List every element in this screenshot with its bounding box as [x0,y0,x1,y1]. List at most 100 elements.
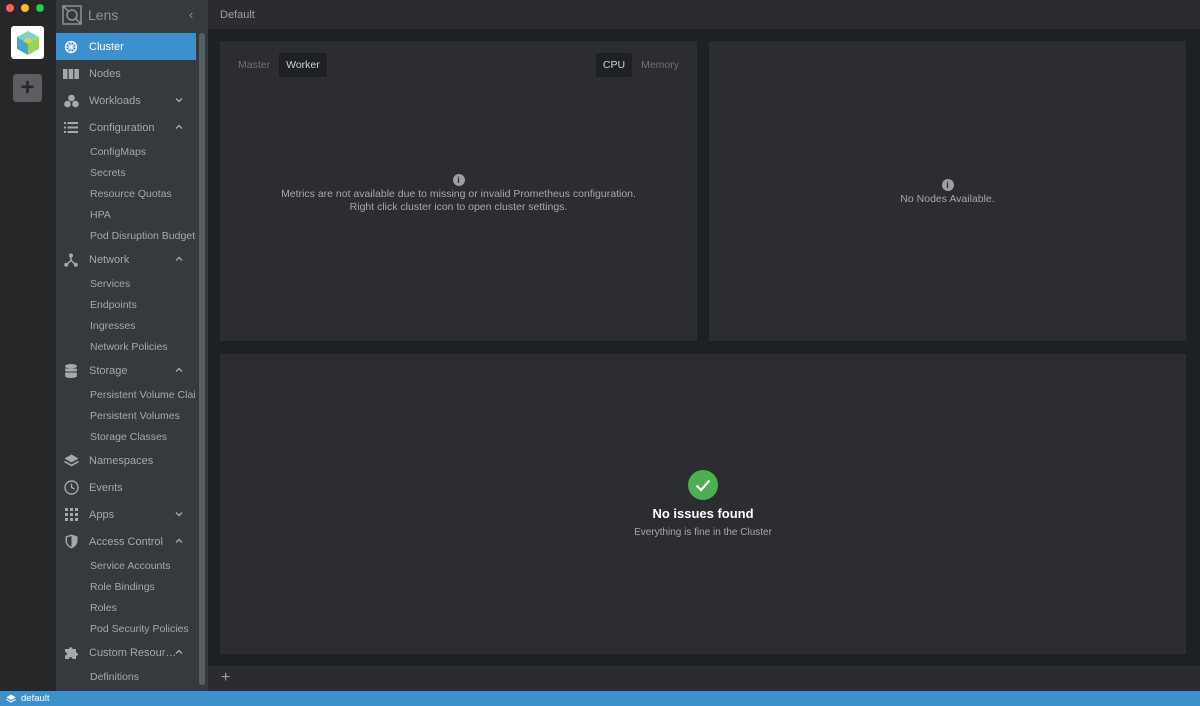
sidebar-item-access-control[interactable]: Access Control [56,528,196,555]
chevron-down-icon[interactable] [174,509,184,519]
tab-memory[interactable]: Memory [634,53,686,77]
sidebar-item-namespaces[interactable]: Namespaces [56,447,196,474]
main-content: Master Worker CPU Memory i Metrics are n… [208,29,1200,666]
sidebar-subitem-storage-classes[interactable]: Storage Classes [56,426,196,447]
sidebar-item-label: Workloads [89,94,141,107]
sidebar-subitem-definitions[interactable]: Definitions [56,666,196,687]
minimize-window-button[interactable] [21,4,29,12]
grid-icon [63,507,79,523]
sidebar-subitem-service-accounts[interactable]: Service Accounts [56,555,196,576]
sidebar-subitem-pod-security-policies[interactable]: Pod Security Policies [56,618,196,639]
sidebar-nav: Cluster Nodes Workloads Configuration Co… [56,33,196,687]
cluster-avatar-icon[interactable] [11,26,44,59]
no-issues-subtitle: Everything is fine in the Cluster [634,526,772,538]
no-nodes-text: No Nodes Available. [900,193,995,205]
app-title: Lens [88,7,119,23]
dock-bar: + [208,666,1200,691]
lens-app: + Lens ‹ Cluster Nodes Workloads Configu… [0,0,1200,706]
sidebar-item-label: Namespaces [89,454,154,467]
top-bar: Default [208,0,1200,29]
tab-master[interactable]: Master [231,53,277,77]
sidebar-subitem-resource-quotas[interactable]: Resource Quotas [56,183,196,204]
sidebar-item-label: Network [89,253,130,266]
metrics-unavailable-message: i Metrics are not available due to missi… [220,174,697,213]
sidebar-subitem-ingresses[interactable]: Ingresses [56,315,196,336]
sidebar-subitem-roles[interactable]: Roles [56,597,196,618]
sidebar-item-nodes[interactable]: Nodes [56,60,196,87]
chevron-up-icon[interactable] [174,536,184,546]
chevron-up-icon[interactable] [174,254,184,264]
close-window-button[interactable] [6,4,14,12]
nodes-icon [63,66,79,82]
page-title: Default [220,9,255,21]
clock-icon [63,480,79,496]
sidebar: Lens ‹ Cluster Nodes Workloads Configura… [56,0,208,691]
no-nodes-message: i No Nodes Available. [709,179,1186,206]
sidebar-subitem-network-policies[interactable]: Network Policies [56,336,196,357]
info-icon: i [941,179,954,191]
chevron-up-icon[interactable] [174,647,184,657]
sidebar-subitem-hpa[interactable]: HPA [56,204,196,225]
database-icon [63,363,79,379]
sidebar-item-label: Custom Resources [89,646,179,659]
lens-logo-icon [62,5,82,25]
maximize-window-button[interactable] [36,4,44,12]
layers-icon [63,453,79,469]
status-bar: default [0,691,1200,706]
window-controls [6,4,44,12]
chevron-down-icon[interactable] [174,95,184,105]
cluster-icon [63,39,79,55]
sidebar-item-storage[interactable]: Storage [56,357,196,384]
sidebar-subitem-persistent-volumes[interactable]: Persistent Volumes [56,405,196,426]
puzzle-icon [63,645,79,661]
nodes-panel: i No Nodes Available. [709,41,1186,341]
sidebar-item-label: Configuration [89,121,155,134]
workloads-icon [63,93,79,109]
sidebar-item-label: Nodes [89,67,121,80]
layers-icon [6,694,16,703]
metric-type-tabs: CPU Memory [595,53,686,77]
tab-cpu[interactable]: CPU [595,53,633,77]
sidebar-item-cluster[interactable]: Cluster [56,33,196,60]
sidebar-subitem-persistent-volume-claims[interactable]: Persistent Volume Claims [56,384,196,405]
metrics-message-line2: Right click cluster icon to open cluster… [349,200,568,213]
add-dock-tab-button[interactable]: + [221,669,230,687]
info-icon: i [452,174,465,186]
no-issues-message: No issues found Everything is fine in th… [220,470,1186,539]
sidebar-scrollbar[interactable] [199,33,205,685]
sidebar-item-configuration[interactable]: Configuration [56,114,196,141]
chevron-up-icon[interactable] [174,122,184,132]
sidebar-header: Lens [56,0,208,30]
node-type-tabs: Master Worker [231,53,327,77]
sidebar-item-events[interactable]: Events [56,474,196,501]
sidebar-item-label: Events [89,481,123,494]
sidebar-item-label: Storage [89,364,128,377]
issues-panel: No issues found Everything is fine in th… [220,354,1186,654]
no-issues-title: No issues found [652,506,754,521]
sidebar-subitem-secrets[interactable]: Secrets [56,162,196,183]
sidebar-subitem-role-bindings[interactable]: Role Bindings [56,576,196,597]
check-circle-icon [688,470,718,500]
sidebar-item-label: Access Control [89,535,163,548]
list-icon [63,120,79,136]
sidebar-item-label: Cluster [89,40,124,53]
chevron-up-icon[interactable] [174,365,184,375]
tab-worker[interactable]: Worker [279,53,327,77]
sidebar-subitem-pod-disruption-budgets[interactable]: Pod Disruption Budgets [56,225,196,246]
sidebar-subitem-endpoints[interactable]: Endpoints [56,294,196,315]
context-label[interactable]: default [21,693,50,704]
sidebar-subitem-configmaps[interactable]: ConfigMaps [56,141,196,162]
shield-icon [63,534,79,550]
sidebar-item-network[interactable]: Network [56,246,196,273]
sidebar-item-apps[interactable]: Apps [56,501,196,528]
network-icon [63,252,79,268]
collapse-sidebar-chevron-icon[interactable]: ‹ [189,7,193,22]
sidebar-item-label: Apps [89,508,115,521]
metrics-panel: Master Worker CPU Memory i Metrics are n… [220,41,697,341]
add-cluster-button[interactable]: + [13,74,42,102]
sidebar-item-custom-resources[interactable]: Custom Resources [56,639,196,666]
sidebar-subitem-services[interactable]: Services [56,273,196,294]
metrics-message-line1: Metrics are not available due to missing… [281,188,636,200]
cluster-rail: + [0,0,56,691]
sidebar-item-workloads[interactable]: Workloads [56,87,196,114]
